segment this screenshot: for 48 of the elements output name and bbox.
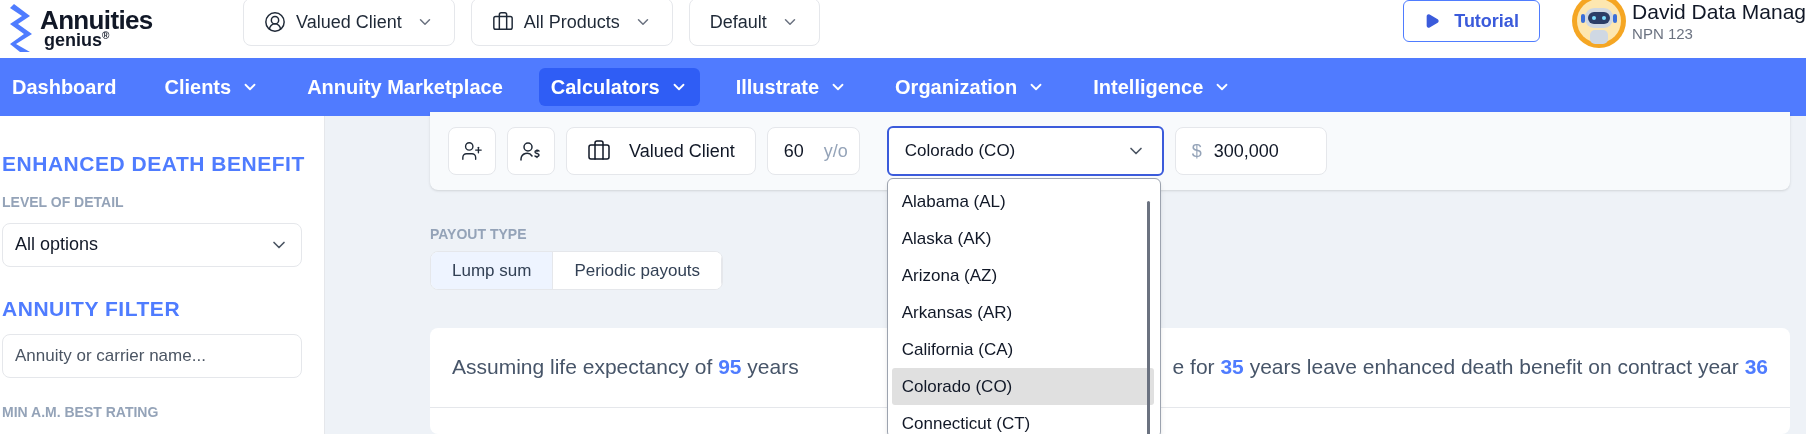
- user-dollar-icon: [519, 139, 543, 163]
- age-field[interactable]: 60 y/o: [766, 127, 860, 175]
- detail-select[interactable]: All options: [2, 222, 302, 267]
- age-unit: y/o: [823, 139, 848, 163]
- benefit-note: e for 35 years leave enhanced death benefit on contract year 36: [1172, 354, 1768, 381]
- section-title: ANNUITY FILTER: [2, 295, 181, 322]
- add-client-button[interactable]: [448, 127, 496, 175]
- tutorial-button[interactable]: Tutorial: [1403, 0, 1541, 42]
- user-icon: [264, 11, 286, 33]
- amount-field[interactable]: $ 300,000: [1174, 127, 1327, 175]
- user-plus-icon: [461, 140, 483, 162]
- nav-item[interactable]: Clients: [152, 68, 272, 106]
- client-money-button[interactable]: [507, 127, 555, 175]
- briefcase-icon: [587, 139, 611, 163]
- search-field[interactable]: Annuity or carrier name...: [2, 334, 302, 378]
- dropdown-option[interactable]: Alabama (AL): [891, 183, 1154, 220]
- payout-label: PAYOUT TYPE: [430, 225, 527, 244]
- dropdown-option[interactable]: California (CA): [891, 331, 1154, 368]
- nav-item[interactable]: Annuity Marketplace: [295, 68, 515, 106]
- user-id: NPN 123: [1632, 24, 1694, 44]
- section-title: ENHANCED DEATH BENEFIT: [2, 151, 305, 177]
- field-label: LEVEL OF DETAIL: [2, 192, 124, 212]
- client-selector[interactable]: Valued Client: [566, 127, 756, 175]
- user-name: David Data Manag: [1632, 0, 1806, 25]
- nav-item[interactable]: Intelligence: [1081, 68, 1244, 106]
- payout-option[interactable]: Lump sum: [431, 252, 554, 289]
- amount-value: 300,000: [1213, 139, 1279, 163]
- dropdown-option[interactable]: Arkansas (AR): [891, 294, 1154, 331]
- age-value: 60: [783, 139, 804, 163]
- context-selector[interactable]: Default: [688, 0, 820, 46]
- life-expectancy-text: Assuming life expectancy of 95 years: [452, 354, 799, 381]
- context-selector[interactable]: All Products: [470, 0, 673, 46]
- field-label: MIN A.M. BEST RATING: [2, 403, 159, 422]
- dropdown-option[interactable]: Colorado (CO): [891, 368, 1154, 405]
- logo-subtitle: genius®: [44, 30, 111, 49]
- dropdown-option[interactable]: Alaska (AK): [891, 220, 1154, 257]
- play-icon: [1424, 13, 1441, 29]
- currency-symbol: $: [1191, 139, 1202, 163]
- context-selector[interactable]: Valued Client: [243, 0, 455, 46]
- nav-item[interactable]: Dashboard: [0, 68, 129, 106]
- dropdown-option[interactable]: Arizona (AZ): [891, 257, 1154, 294]
- dropdown-option[interactable]: Connecticut (CT): [891, 405, 1154, 434]
- nav-item[interactable]: Illustrate: [723, 68, 860, 106]
- briefcase-icon: [491, 11, 514, 33]
- nav-item[interactable]: Calculators: [538, 68, 700, 106]
- state-select[interactable]: Colorado (CO): [886, 126, 1164, 176]
- robot-avatar-icon: [1572, 0, 1627, 48]
- nav-item[interactable]: Organization: [883, 68, 1058, 106]
